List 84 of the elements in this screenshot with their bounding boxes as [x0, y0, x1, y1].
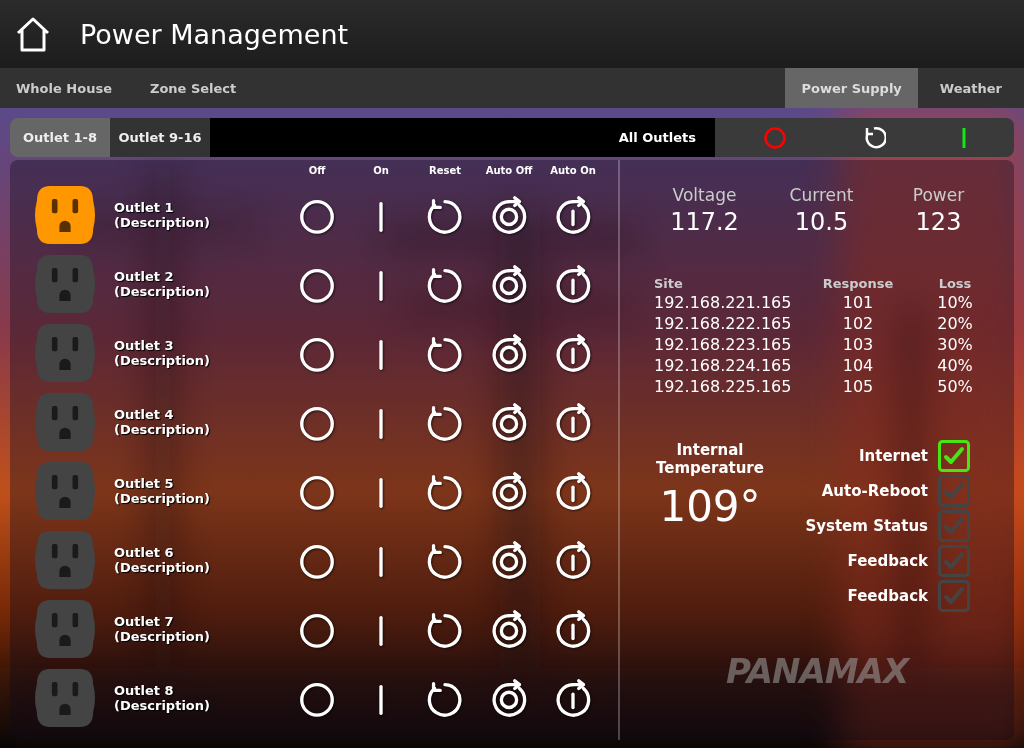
- checkbox[interactable]: [938, 545, 970, 577]
- outlet-name: Outlet 3: [114, 337, 175, 353]
- status-label: System Status: [805, 517, 928, 535]
- column-header: Off: [307, 164, 327, 176]
- outlet-group-tab[interactable]: Outlet 9-16: [110, 118, 210, 157]
- outlet-name: Outlet 6: [114, 544, 175, 560]
- table-cell-text: 20%: [936, 313, 974, 334]
- outlet-name: Outlet 2: [114, 268, 175, 284]
- clockwise-arrow-line-icon[interactable]: [553, 332, 593, 373]
- outlet-description: (Description): [114, 697, 211, 713]
- outlet-name: Outlet 4: [114, 406, 175, 422]
- reading-label: Voltage: [671, 184, 738, 206]
- table-cell-text: 103: [841, 334, 875, 355]
- nav-tab[interactable]: Zone Select: [133, 68, 253, 108]
- column-header: Reset: [428, 164, 462, 176]
- home-icon[interactable]: [14, 15, 52, 53]
- clockwise-arrow-line-icon[interactable]: [553, 194, 593, 235]
- nav-tab[interactable]: Whole House: [0, 68, 128, 108]
- outlet-group-tab[interactable]: Outlet 1-8: [10, 118, 110, 157]
- outlet-description: (Description): [114, 283, 211, 299]
- table-cell-text: 10%: [936, 292, 974, 313]
- outlet-name: Outlet 1: [114, 199, 175, 215]
- table-cell-text: 192.168.225.165: [654, 376, 793, 397]
- checkbox[interactable]: [938, 580, 970, 612]
- status-label: Auto-Reboot: [821, 482, 928, 500]
- clockwise-arrow-ring-icon[interactable]: [489, 608, 529, 649]
- temperature-value: 109°: [659, 481, 761, 533]
- column-header: Response: [821, 276, 895, 292]
- clockwise-arrow-ring-icon[interactable]: [489, 539, 529, 580]
- table-cell-text: 102: [841, 313, 875, 334]
- nav-tab[interactable]: Weather: [923, 68, 1018, 108]
- table-cell-text: 192.168.224.165: [654, 355, 793, 376]
- clockwise-arrow-ring-icon[interactable]: [489, 677, 529, 718]
- all-outlets-label: All Outlets: [618, 130, 696, 145]
- clockwise-arrow-line-icon[interactable]: [553, 470, 593, 511]
- table-cell-text: 105: [841, 376, 875, 397]
- outlet-name: Outlet 7: [114, 613, 175, 629]
- outlet-description: (Description): [114, 352, 211, 368]
- column-header: Auto On: [549, 164, 597, 176]
- reading-label: Current: [788, 184, 855, 206]
- temperature-label: Internal Temperature: [655, 441, 765, 477]
- table-cell-text: 192.168.222.165: [654, 313, 793, 334]
- clockwise-arrow-line-icon[interactable]: [553, 401, 593, 442]
- clockwise-arrow-line-icon[interactable]: [553, 677, 593, 718]
- column-header: Auto Off: [484, 164, 534, 176]
- nav-tab[interactable]: Power Supply: [785, 68, 918, 108]
- outlet-description: (Description): [114, 559, 211, 575]
- outlet-name: Outlet 5: [114, 475, 175, 491]
- checkbox[interactable]: [938, 510, 970, 542]
- outlet-description: (Description): [114, 490, 211, 506]
- page-title: Power Management: [80, 18, 349, 50]
- table-cell-text: 50%: [936, 376, 974, 397]
- reading-value: 10.5: [793, 207, 850, 238]
- counterclockwise-arrow-icon[interactable]: [862, 125, 887, 150]
- column-header: Site: [654, 276, 684, 292]
- checkbox[interactable]: [938, 475, 970, 507]
- vertical-line-icon[interactable]: [962, 125, 967, 150]
- table-cell-text: 101: [841, 292, 875, 313]
- column-header: Loss: [937, 276, 973, 292]
- clockwise-arrow-ring-icon[interactable]: [489, 332, 529, 373]
- outlet-description: (Description): [114, 421, 211, 437]
- status-label: Feedback: [847, 552, 928, 570]
- clockwise-arrow-ring-icon[interactable]: [489, 470, 529, 511]
- clockwise-arrow-line-icon[interactable]: [553, 263, 593, 304]
- clockwise-arrow-line-icon[interactable]: [553, 539, 593, 580]
- clockwise-arrow-line-icon[interactable]: [553, 608, 593, 649]
- column-header: On: [372, 164, 390, 176]
- status-label: Internet: [858, 447, 928, 465]
- clockwise-arrow-ring-icon[interactable]: [489, 401, 529, 442]
- reading-label: Power: [911, 184, 966, 206]
- brand-logo: PANAMAX: [724, 651, 912, 691]
- reading-value: 123: [914, 207, 963, 238]
- table-cell-text: 192.168.223.165: [654, 334, 793, 355]
- outlet-description: (Description): [114, 214, 211, 230]
- clockwise-arrow-ring-icon[interactable]: [489, 194, 529, 235]
- outlet-name: Outlet 8: [114, 682, 175, 698]
- status-label: Feedback: [847, 587, 928, 605]
- table-cell-text: 192.168.221.165: [654, 292, 793, 313]
- outlet-description: (Description): [114, 628, 211, 644]
- table-cell-text: 40%: [936, 355, 974, 376]
- reading-value: 117.2: [669, 207, 740, 238]
- clockwise-arrow-ring-icon[interactable]: [489, 263, 529, 304]
- table-cell-text: 30%: [936, 334, 974, 355]
- table-cell-text: 104: [841, 355, 875, 376]
